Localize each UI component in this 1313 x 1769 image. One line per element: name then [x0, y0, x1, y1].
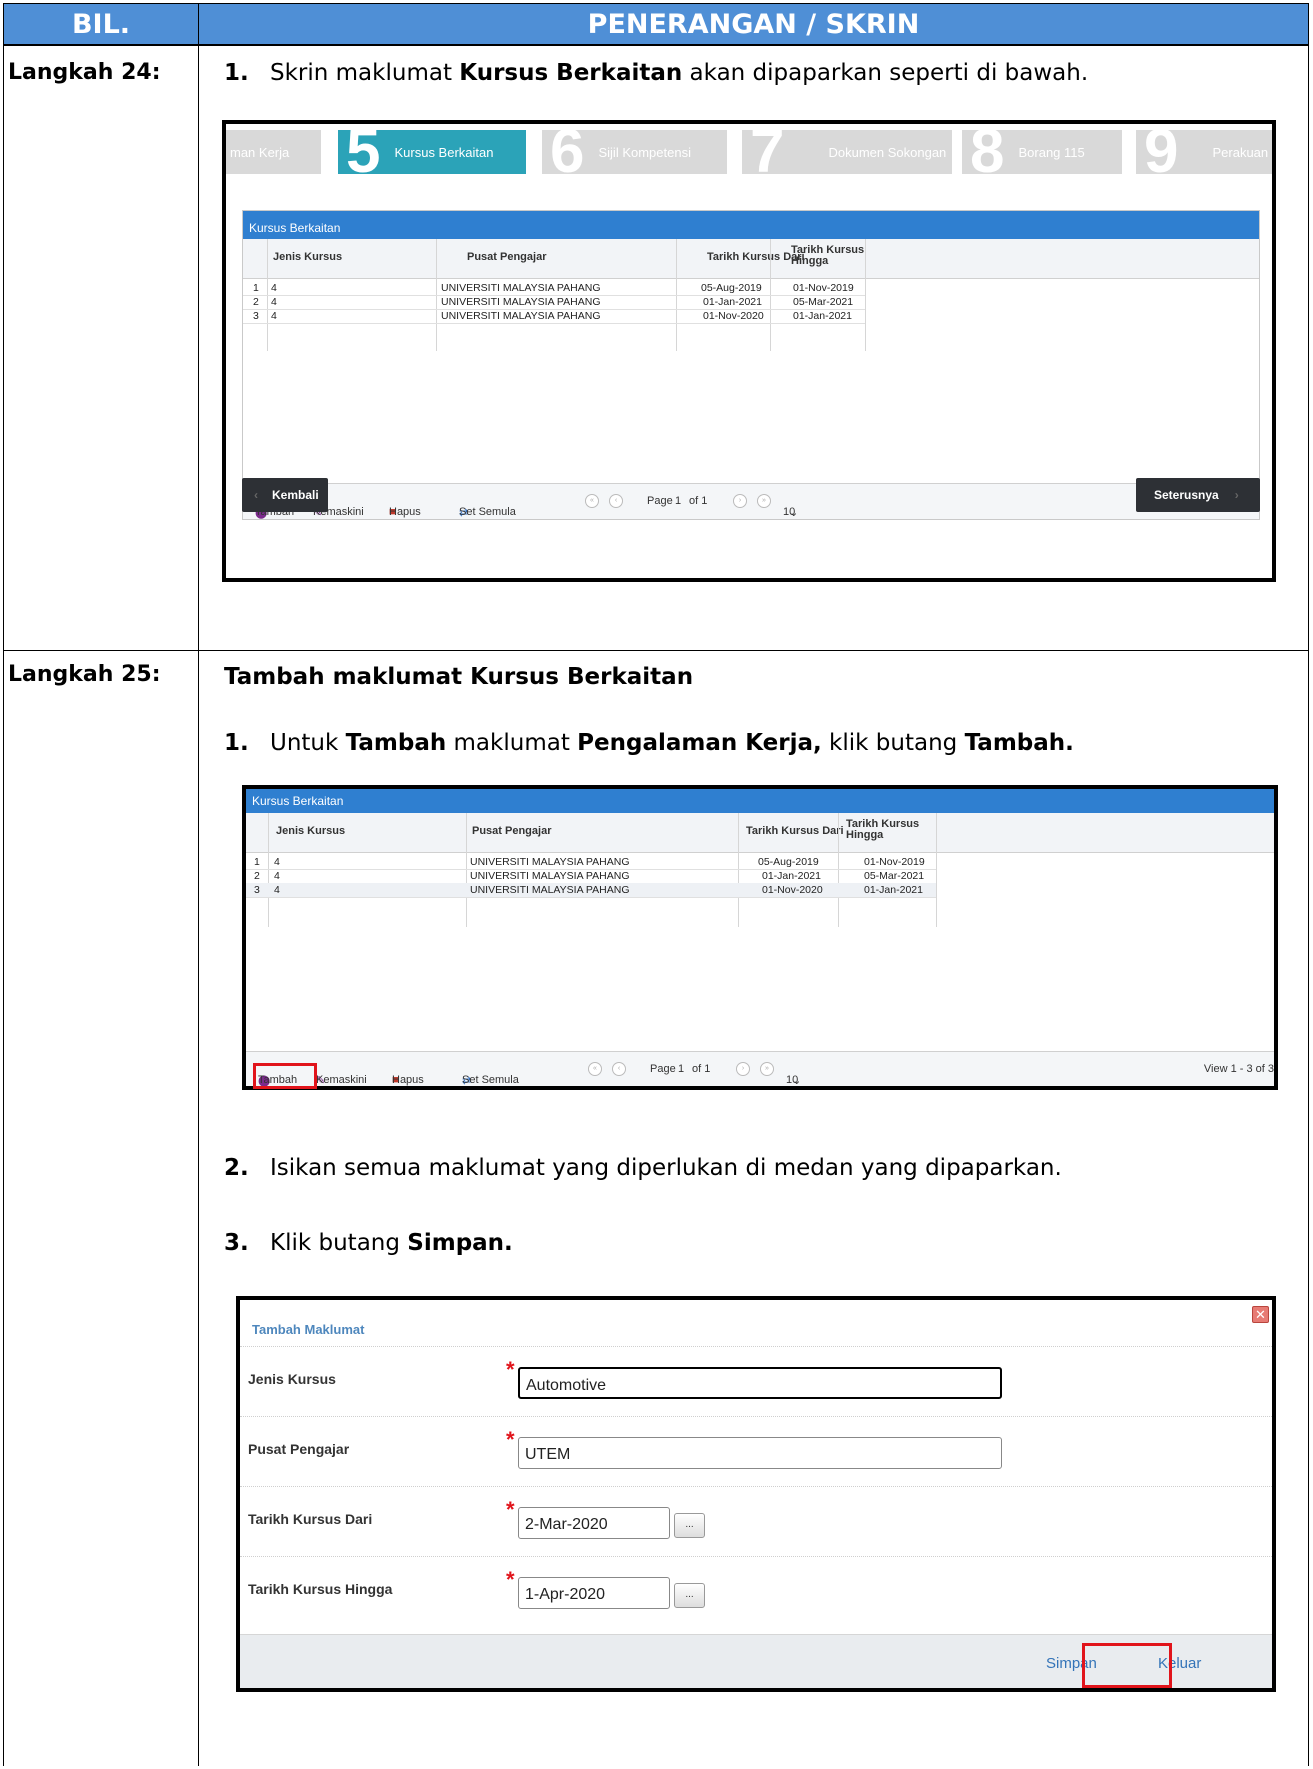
last-page-icon[interactable]: » — [760, 1062, 774, 1076]
table-row[interactable]: 1 4 UNIVERSITI MALAYSIA PAHANG 05-Aug-20… — [246, 855, 936, 869]
pusat-pengajar-input[interactable]: UTEM — [518, 1437, 1002, 1469]
tab-sijil-kompetensi[interactable]: 6 Sijil Kompetensi — [542, 130, 727, 174]
last-page-icon[interactable]: » — [757, 494, 771, 508]
view-count: View 1 - 3 of 3 — [1203, 1063, 1274, 1075]
required-mark: * — [506, 1567, 515, 1592]
label-tarikh-hingga: Tarikh Kursus Hingga — [248, 1581, 393, 1597]
form-row-pusat-pengajar: Pusat Pengajar * UTEM — [240, 1416, 1272, 1486]
chevron-down-icon: ⌄ — [792, 1075, 802, 1087]
tab-dokumen-sokongan[interactable]: 7 Dokumen Sokongan — [742, 130, 952, 174]
highlight-simpan — [1082, 1643, 1172, 1688]
tab-perakuan[interactable]: 9 Perakuan — [1136, 130, 1272, 174]
first-page-icon[interactable]: « — [585, 494, 599, 508]
col-jenis-kursus[interactable]: Jenis Kursus — [276, 825, 345, 837]
chevron-right-icon: › — [1234, 488, 1239, 502]
highlight-tambah — [253, 1063, 317, 1089]
modal-title: Tambah Maklumat — [252, 1322, 365, 1337]
col-pusat-pengajar[interactable]: Pusat Pengajar — [467, 251, 546, 263]
page-label: Page — [647, 495, 673, 507]
grid-title: Kursus Berkaitan — [243, 211, 1259, 239]
screenshot-kursus-berkaitan: man Kerja 5 Kursus Berkaitan 6 Sijil Kompe… — [222, 120, 1276, 582]
chevron-down-icon: ⌄ — [789, 507, 799, 519]
item-number: 1. — [224, 60, 249, 86]
form-row-tarikh-hingga: Tarikh Kursus Hingga * 1-Apr-2020 ... — [240, 1556, 1272, 1626]
next-page-icon[interactable]: › — [736, 1062, 750, 1076]
screenshot-grid-tambah: Kursus Berkaitan Jenis Kursus Pusat Peng… — [242, 785, 1278, 1090]
kembali-button[interactable]: ‹ Kembali — [242, 478, 328, 512]
next-page-icon[interactable]: › — [733, 494, 747, 508]
col-pusat-pengajar[interactable]: Pusat Pengajar — [472, 825, 551, 837]
grid-pager: ⬤ Tambah ✎ Kemaskini ■ Hapus ⇄ Set Semul… — [243, 483, 1259, 519]
table-row[interactable]: 3 4 UNIVERSITI MALAYSIA PAHANG 01-Nov-20… — [243, 309, 865, 323]
page-size-select[interactable]: 10 ⌄ — [786, 1063, 801, 1086]
label-pusat-pengajar: Pusat Pengajar — [248, 1441, 350, 1457]
page-of-label: of 1 — [692, 1063, 711, 1075]
table-border-right — [1308, 3, 1309, 1766]
table-border-mid — [198, 3, 199, 1766]
header-bil: BIL. — [3, 3, 199, 45]
jenis-kursus-input[interactable]: Automotive — [518, 1367, 1002, 1399]
required-mark: * — [506, 1427, 515, 1452]
col-jenis-kursus[interactable]: Jenis Kursus — [273, 251, 342, 263]
prev-page-icon[interactable]: ‹ — [609, 494, 623, 508]
col-tarikh-dari[interactable]: Tarikh Kursus Dari — [746, 825, 844, 837]
table-row-separator — [3, 45, 1309, 46]
page-input[interactable]: 1 — [678, 1063, 684, 1075]
col-tarikh-dari[interactable]: Tarikh Kursus Dari — [707, 251, 805, 263]
step-25-item-2: 2. Isikan semua maklumat yang diperlukan … — [224, 1155, 1062, 1181]
tab-kursus-berkaitan[interactable]: 5 Kursus Berkaitan — [338, 130, 526, 174]
grid-column-header: Jenis Kursus Pusat Pengajar Tarikh Kursu… — [243, 239, 1259, 279]
form-row-tarikh-dari: Tarikh Kursus Dari * 2-Mar-2020 ... — [240, 1486, 1272, 1556]
label-tarikh-dari: Tarikh Kursus Dari — [248, 1511, 373, 1527]
table-row-separator — [3, 650, 1309, 651]
col-tarikh-hingga-2: Hingga — [846, 829, 884, 841]
tarikh-dari-input[interactable]: 2-Mar-2020 — [518, 1507, 670, 1539]
tab-borang-115[interactable]: 8 Borang 115 — [962, 130, 1122, 174]
step-25-label: Langkah 25: — [8, 662, 161, 687]
table-row[interactable]: 3 4 UNIVERSITI MALAYSIA PAHANG 01-Nov-20… — [246, 883, 936, 897]
form-row-jenis-kursus: Jenis Kursus * Automotive — [240, 1346, 1272, 1416]
grid-pager: ⬤ Tambah ✎ Kemaskini ■ Hapus ⇄ Set Semul… — [246, 1051, 1274, 1086]
label-jenis-kursus: Jenis Kursus — [248, 1371, 336, 1387]
grid-column-header: Jenis Kursus Pusat Pengajar Tarikh Kursu… — [246, 813, 1274, 853]
step-25-heading: Tambah maklumat Kursus Berkaitan — [224, 664, 694, 690]
seterusnya-button[interactable]: Seterusnya › — [1136, 478, 1260, 512]
header-penerangan: PENERANGAN / SKRIN — [198, 3, 1309, 45]
page-label: Page — [650, 1063, 676, 1075]
screenshot-tambah-maklumat: Tambah Maklumat ✕ Jenis Kursus * Automot… — [236, 1296, 1276, 1692]
required-mark: * — [506, 1357, 515, 1382]
table-border-left — [3, 3, 4, 1766]
tab-pengalaman-kerja[interactable]: man Kerja — [226, 130, 321, 174]
table-row[interactable]: 2 4 UNIVERSITI MALAYSIA PAHANG 01-Jan-20… — [243, 295, 865, 309]
wizard-tabs: man Kerja 5 Kursus Berkaitan 6 Sijil Kompe… — [226, 124, 1272, 174]
step-25-item-1: 1. Untuk Tambah maklumat Pengalaman Kerja… — [224, 730, 1074, 756]
step-24-item-1: 1. Skrin maklumat Kursus Berkaitan akan d… — [224, 60, 1089, 86]
first-page-icon[interactable]: « — [588, 1062, 602, 1076]
step-25-item-3: 3. Klik butang Simpan. — [224, 1230, 513, 1256]
page-size-select[interactable]: 10 ⌄ — [783, 495, 798, 519]
table-row[interactable]: 2 4 UNIVERSITI MALAYSIA PAHANG 01-Jan-20… — [246, 869, 936, 883]
calendar-picker-button[interactable]: ... — [674, 1583, 705, 1608]
kursus-grid: Kursus Berkaitan Jenis Kursus Pusat Peng… — [242, 210, 1260, 520]
required-mark: * — [506, 1497, 515, 1522]
close-icon[interactable]: ✕ — [1252, 1306, 1269, 1323]
page-of-label: of 1 — [689, 495, 708, 507]
tarikh-hingga-input[interactable]: 1-Apr-2020 — [518, 1577, 670, 1609]
prev-page-icon[interactable]: ‹ — [612, 1062, 626, 1076]
calendar-picker-button[interactable]: ... — [674, 1513, 705, 1538]
col-tarikh-hingga-2: Hingga — [791, 255, 829, 267]
page-input[interactable]: 1 — [675, 495, 681, 507]
kursus-grid: Kursus Berkaitan Jenis Kursus Pusat Peng… — [246, 789, 1274, 1086]
grid-title: Kursus Berkaitan — [246, 789, 1274, 813]
table-row[interactable]: 1 4 UNIVERSITI MALAYSIA PAHANG 05-Aug-20… — [243, 281, 865, 295]
step-24-label: Langkah 24: — [8, 60, 161, 85]
chevron-left-icon: ‹ — [254, 488, 258, 502]
